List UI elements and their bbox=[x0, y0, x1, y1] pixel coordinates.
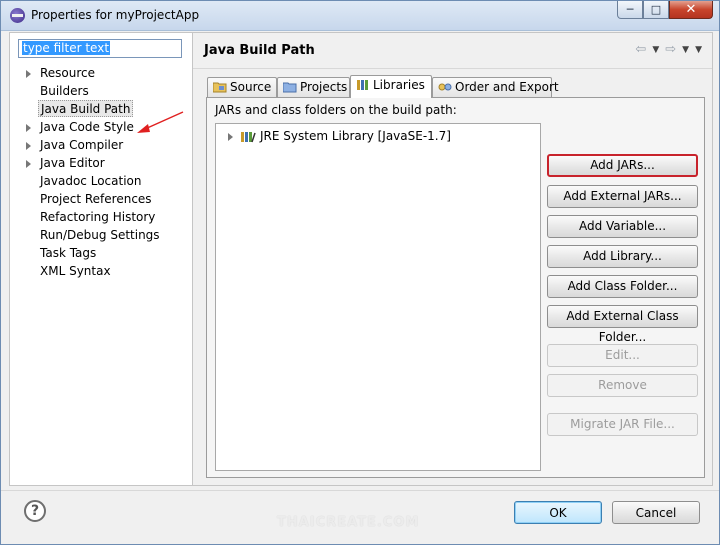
tree-item-label: Java Build Path bbox=[41, 102, 131, 116]
tree-item-label: Javadoc Location bbox=[40, 174, 142, 188]
maximize-icon[interactable]: □ bbox=[643, 1, 669, 19]
tab-order-and-export[interactable]: Order and Export bbox=[432, 77, 559, 97]
add-class-folder-button[interactable]: Add Class Folder... bbox=[547, 275, 698, 298]
tree-item-java-build-path[interactable]: Java Build Path bbox=[38, 100, 134, 117]
tab-source[interactable]: Source bbox=[207, 77, 277, 97]
chevron-down-icon[interactable]: ▼ bbox=[682, 45, 689, 55]
expand-arrow-icon[interactable] bbox=[26, 160, 31, 168]
filter-input-text: type filter text bbox=[22, 41, 111, 55]
cancel-button[interactable]: Cancel bbox=[612, 501, 700, 524]
tree-item-java-editor[interactable]: Java Editor bbox=[26, 155, 105, 172]
add-external-class-folder-button[interactable]: Add External Class Folder... bbox=[547, 305, 698, 344]
page-title: Java Build Path bbox=[204, 43, 315, 58]
tree-item-java-code-style[interactable]: Java Code Style bbox=[26, 119, 134, 136]
window-controls: ─ □ ✕ bbox=[617, 1, 713, 19]
tree-item-label: Java Editor bbox=[40, 156, 105, 170]
library-icon bbox=[241, 132, 256, 143]
tree-item-refactoring-history[interactable]: Refactoring History bbox=[40, 209, 155, 226]
tree-item-label: Task Tags bbox=[40, 246, 97, 260]
edit-button[interactable]: Edit... bbox=[547, 344, 698, 367]
libraries-list[interactable]: JRE System Library [JavaSE-1.7] bbox=[215, 123, 541, 471]
expand-arrow-icon[interactable] bbox=[26, 142, 31, 150]
tree-item-label: Java Compiler bbox=[40, 138, 124, 152]
footer-divider bbox=[1, 490, 719, 491]
tree-item-builders[interactable]: Builders bbox=[40, 83, 89, 100]
tree-item-resource[interactable]: Resource bbox=[26, 65, 96, 82]
tab-label: Libraries bbox=[373, 78, 425, 92]
add-jars-button[interactable]: Add JARs... bbox=[547, 154, 698, 177]
tree-item-xml-syntax[interactable]: XML Syntax bbox=[40, 263, 111, 280]
tree-item-java-compiler[interactable]: Java Compiler bbox=[26, 137, 124, 154]
library-icon bbox=[357, 80, 368, 90]
property-page: Java Build Path ⇦ ▼ ⇨ ▼ ▼ Source Project… bbox=[193, 32, 713, 486]
projects-folder-icon bbox=[283, 82, 297, 93]
source-folder-icon bbox=[213, 82, 227, 93]
view-menu-icon[interactable]: ▼ bbox=[695, 45, 702, 55]
ok-button[interactable]: OK bbox=[514, 501, 602, 524]
tree-item-label: Run/Debug Settings bbox=[40, 228, 160, 242]
eclipse-icon bbox=[10, 8, 25, 23]
filter-input[interactable]: type filter text bbox=[18, 39, 182, 58]
libraries-tab-panel: JARs and class folders on the build path… bbox=[206, 97, 705, 478]
tab-label: Source bbox=[230, 80, 272, 94]
tab-libraries[interactable]: Libraries bbox=[350, 75, 432, 98]
minimize-icon[interactable]: ─ bbox=[617, 1, 643, 19]
annotation-arrow-icon bbox=[137, 111, 184, 133]
tree-item-label: Builders bbox=[40, 84, 89, 98]
chevron-down-icon[interactable]: ▼ bbox=[652, 45, 659, 55]
tree-item-task-tags[interactable]: Task Tags bbox=[40, 245, 96, 262]
tree-item-label: Project References bbox=[40, 192, 152, 206]
tab-label: Projects bbox=[300, 80, 348, 94]
title-bar[interactable]: Properties for myProjectApp ─ □ ✕ bbox=[1, 1, 719, 31]
tree-item-run-debug-settings[interactable]: Run/Debug Settings bbox=[40, 227, 160, 244]
tree-item-label: XML Syntax bbox=[40, 264, 111, 278]
tree-item-project-references[interactable]: Project References bbox=[40, 191, 152, 208]
forward-arrow-icon[interactable]: ⇨ bbox=[665, 42, 676, 57]
properties-nav-pane: type filter text Resource Builders Java … bbox=[9, 32, 193, 486]
order-export-icon bbox=[438, 83, 452, 91]
window-title: Properties for myProjectApp bbox=[31, 8, 200, 22]
library-name: JRE System Library [JavaSE-1.7] bbox=[260, 129, 451, 143]
watermark-text: THAICREATE.COM bbox=[277, 515, 420, 530]
tree-item-label: Refactoring History bbox=[40, 210, 156, 224]
tab-label: Order and Export bbox=[455, 80, 559, 94]
tab-projects[interactable]: Projects bbox=[277, 77, 350, 97]
add-external-jars-button[interactable]: Add External JARs... bbox=[547, 185, 698, 208]
remove-button[interactable]: Remove bbox=[547, 374, 698, 397]
expand-arrow-icon[interactable] bbox=[26, 124, 31, 132]
back-arrow-icon[interactable]: ⇦ bbox=[635, 42, 646, 57]
page-navigation: ⇦ ▼ ⇨ ▼ ▼ bbox=[635, 42, 702, 57]
add-variable-button[interactable]: Add Variable... bbox=[547, 215, 698, 238]
expand-arrow-icon[interactable] bbox=[228, 133, 233, 141]
tree-item-label: Java Code Style bbox=[40, 120, 134, 134]
help-icon[interactable]: ? bbox=[24, 500, 46, 522]
tree-item-javadoc-location[interactable]: Javadoc Location bbox=[40, 173, 141, 190]
migrate-jar-file-button[interactable]: Migrate JAR File... bbox=[547, 413, 698, 436]
properties-dialog: Properties for myProjectApp ─ □ ✕ type f… bbox=[0, 0, 720, 545]
title-divider bbox=[193, 68, 712, 69]
close-icon[interactable]: ✕ bbox=[669, 1, 713, 19]
expand-arrow-icon[interactable] bbox=[26, 70, 31, 78]
tree-item-label: Resource bbox=[40, 66, 96, 80]
libraries-caption: JARs and class folders on the build path… bbox=[215, 103, 457, 117]
add-library-button[interactable]: Add Library... bbox=[547, 245, 698, 268]
